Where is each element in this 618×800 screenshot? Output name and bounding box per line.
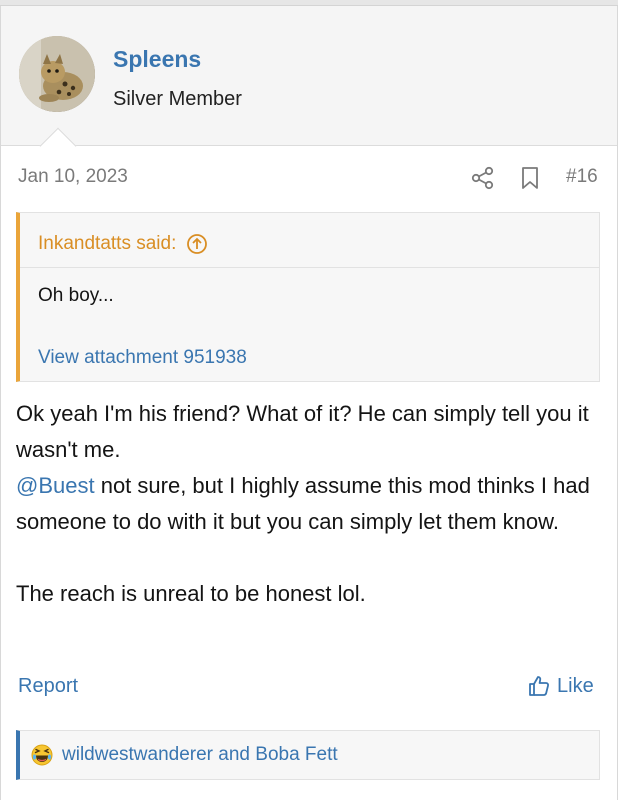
avatar[interactable] (19, 36, 95, 112)
quote-author[interactable]: Inkandtatts said: (38, 233, 176, 255)
post-number[interactable]: #16 (566, 166, 598, 188)
attachment-link[interactable]: View attachment 951938 (38, 347, 247, 369)
message-line: Ok yeah I'm his friend? What of it? He c… (16, 401, 589, 462)
ocelot-avatar-image (19, 36, 95, 112)
quote-divider (20, 267, 600, 268)
like-label[interactable]: Like (557, 675, 594, 698)
report-link[interactable]: Report (18, 675, 78, 698)
message-text: not sure, but I highly assume this mod t… (16, 473, 590, 534)
quote-text: Oh boy... (38, 285, 114, 306)
username-link[interactable]: Spleens (113, 46, 201, 73)
post-date[interactable]: Jan 10, 2023 (18, 166, 128, 188)
share-icon[interactable] (470, 165, 496, 191)
reaction-users-link[interactable]: wildwestwanderer and Boba Fett (62, 744, 338, 766)
message-line: @Buest not sure, but I highly assume thi… (16, 468, 606, 540)
user-title: Silver Member (113, 88, 242, 110)
user-mention-link[interactable]: @Buest (16, 473, 95, 498)
user-info-block: Spleens Silver Member (1, 6, 617, 146)
like-button[interactable]: Like (527, 674, 594, 698)
arrow-up-circle-icon[interactable] (186, 233, 208, 255)
thumbs-up-icon (529, 676, 549, 696)
post-message: Ok yeah I'm his friend? What of it? He c… (16, 396, 606, 612)
quote-block: Inkandtatts said: Oh boy... View attachm… (16, 212, 600, 382)
laughing-emoji-icon (31, 744, 53, 766)
bookmark-icon[interactable] (519, 166, 541, 190)
message-line: The reach is unreal to be honest lol. (16, 581, 366, 606)
quote-header[interactable]: Inkandtatts said: (38, 233, 208, 255)
reactions-bar[interactable]: wildwestwanderer and Boba Fett (16, 730, 600, 780)
